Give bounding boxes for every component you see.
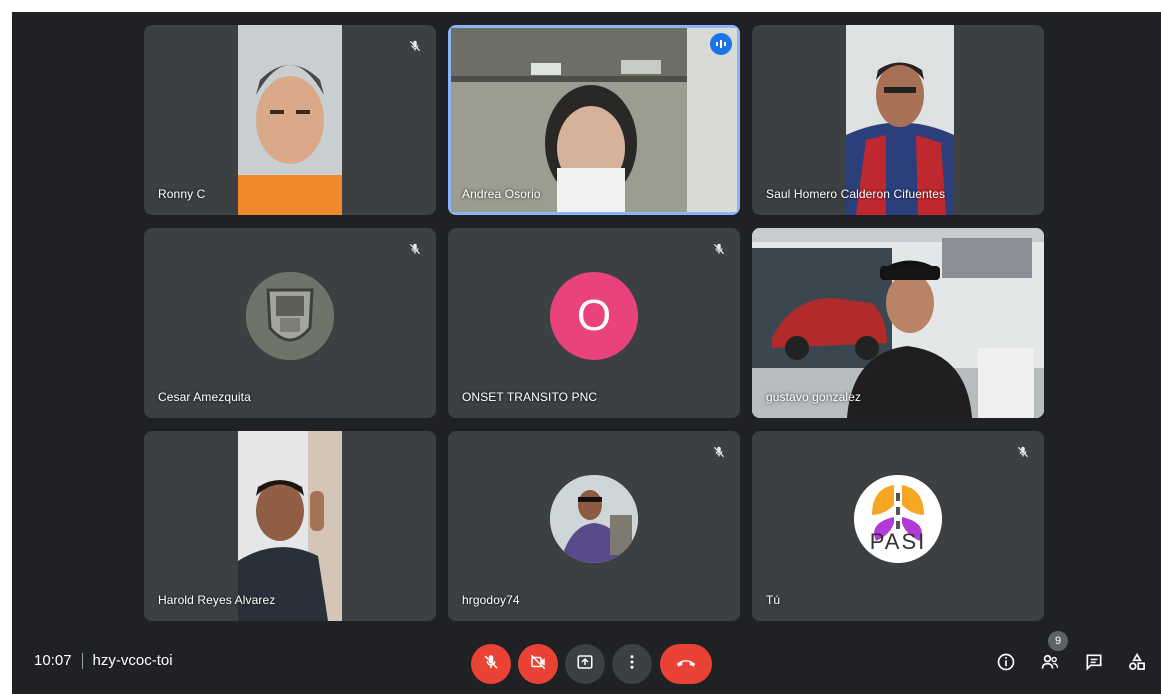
meeting-details-button[interactable] [992, 650, 1020, 678]
meet-window: Ronny C Andrea Osorio Saul Homero Calder… [12, 12, 1161, 694]
more-options-icon [623, 653, 641, 676]
mic-off-icon [1012, 441, 1034, 463]
participant-name: Saul Homero Calderon Cifuentes [766, 187, 946, 201]
participant-name: Andrea Osorio [462, 187, 541, 201]
participant-tile[interactable]: Saul Homero Calderon Cifuentes [752, 25, 1044, 215]
speaking-indicator-icon [710, 33, 732, 55]
participant-tile[interactable]: Andrea Osorio [448, 25, 740, 215]
participant-count-badge: 9 [1048, 631, 1068, 651]
participant-tile[interactable]: Ronny C [144, 25, 436, 215]
meeting-info: 10:07 hzy-vcoc-toi [34, 652, 173, 669]
participant-name: Harold Reyes Alvarez [158, 593, 276, 607]
participant-video [238, 25, 342, 215]
camera-toggle-button[interactable] [518, 644, 558, 684]
participant-video [451, 28, 737, 212]
participant-logo-avatar: PASI [854, 474, 942, 563]
meeting-time: 10:07 [34, 652, 72, 669]
participant-tile[interactable]: PASI Tú [752, 431, 1044, 621]
chat-icon [1084, 652, 1104, 677]
participant-tile[interactable]: Cesar Amezquita [144, 228, 436, 418]
participant-avatar [550, 474, 638, 563]
participant-tile[interactable]: gustavo gonzalez [752, 228, 1044, 418]
mic-toggle-button[interactable] [471, 644, 511, 684]
end-call-icon [675, 651, 697, 678]
participant-name: ONSET TRANSITO PNC [462, 390, 598, 404]
people-button[interactable] [1036, 650, 1064, 678]
more-options-button[interactable] [612, 644, 652, 684]
participant-name: gustavo gonzalez [766, 390, 861, 404]
meeting-code[interactable]: hzy-vcoc-toi [93, 652, 173, 669]
mic-off-icon [404, 238, 426, 260]
participant-name: hrgodoy74 [462, 593, 520, 607]
mic-off-icon [482, 653, 500, 676]
chat-button[interactable] [1080, 650, 1108, 678]
participant-tile[interactable]: Harold Reyes Alvarez [144, 431, 436, 621]
participant-avatar [246, 271, 334, 360]
mic-off-icon [404, 35, 426, 57]
activities-icon [1127, 652, 1147, 677]
mic-off-icon [708, 238, 730, 260]
people-icon [1040, 652, 1060, 677]
info-icon [996, 652, 1016, 677]
camera-off-icon [529, 653, 547, 676]
participant-letter-avatar: O [550, 271, 638, 360]
participant-name: Tú [766, 593, 781, 607]
participant-tile[interactable]: O ONSET TRANSITO PNC [448, 228, 740, 418]
mic-off-icon [708, 441, 730, 463]
activities-button[interactable] [1123, 650, 1151, 678]
divider [81, 652, 83, 669]
participant-name: Cesar Amezquita [158, 390, 251, 404]
participant-name: Ronny C [158, 187, 206, 201]
present-screen-icon [576, 653, 594, 676]
logo-text: PASI [869, 528, 927, 554]
end-call-button[interactable] [660, 644, 712, 684]
present-screen-button[interactable] [565, 644, 605, 684]
participant-tile[interactable]: hrgodoy74 [448, 431, 740, 621]
